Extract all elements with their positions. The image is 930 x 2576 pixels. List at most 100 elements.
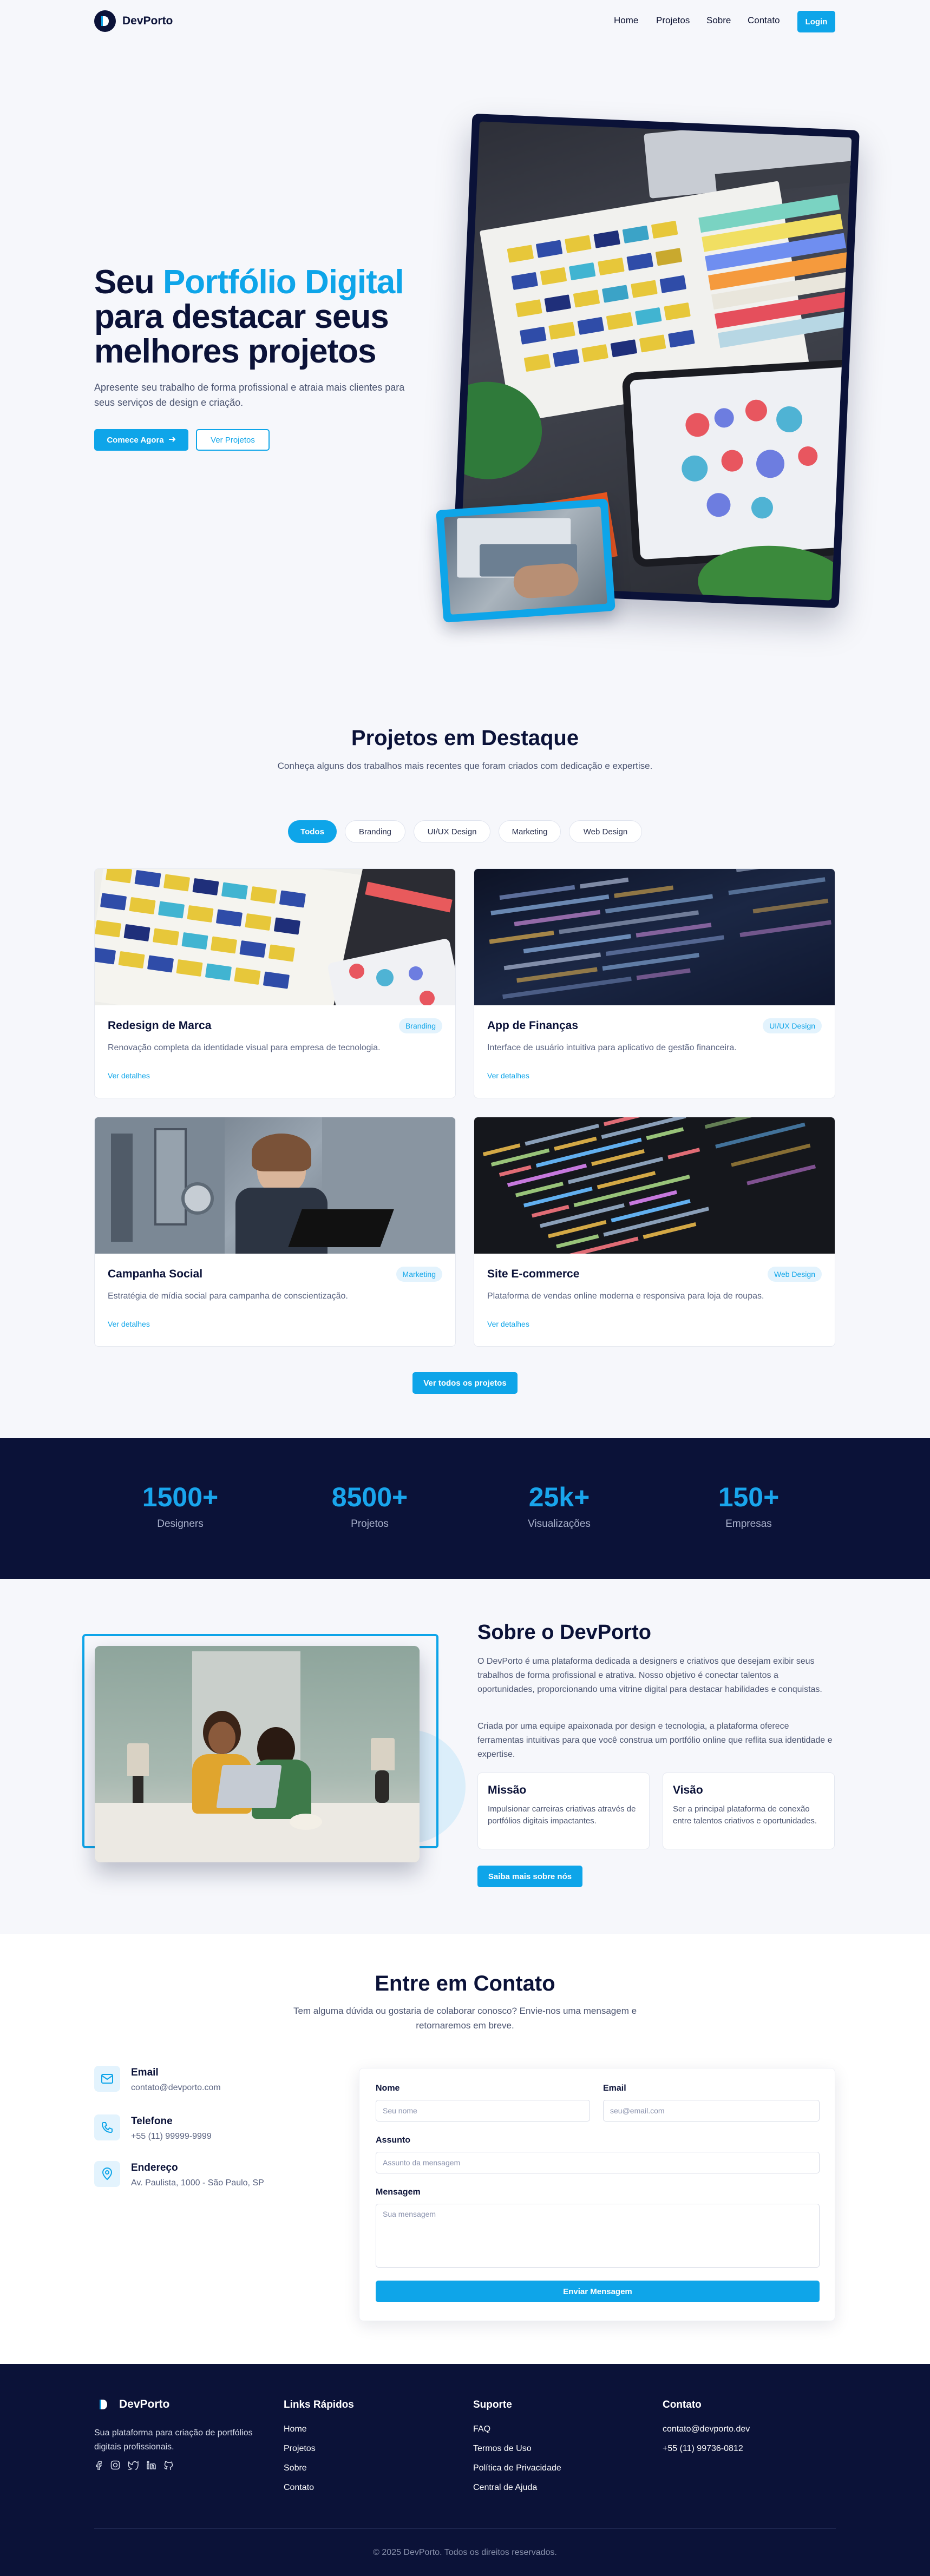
- linkedin-icon[interactable]: [146, 2460, 156, 2473]
- footer-contact-email[interactable]: contato@devporto.dev: [663, 2425, 750, 2434]
- copyright: © 2025 DevPorto. Todos os direitos reser…: [373, 2548, 557, 2557]
- projects-subtitle: Conheça alguns dos trabalhos mais recent…: [277, 761, 653, 771]
- project-card[interactable]: Campanha Social Marketing Estratégia de …: [94, 1117, 456, 1347]
- start-now-button[interactable]: Comece Agora: [94, 429, 188, 451]
- project-tag: UI/UX Design: [763, 1018, 822, 1033]
- subject-input[interactable]: [376, 2152, 820, 2173]
- project-image: [474, 869, 835, 1005]
- contact-info-value: Av. Paulista, 1000 - São Paulo, SP: [131, 2178, 264, 2188]
- twitter-icon[interactable]: [127, 2460, 139, 2473]
- stat-label: Projetos: [351, 1518, 389, 1530]
- project-card[interactable]: Redesign de Marca Branding Renovação com…: [94, 868, 456, 1098]
- email-label: Email: [603, 2084, 626, 2093]
- footer-link-contato[interactable]: Contato: [284, 2483, 314, 2493]
- facebook-icon[interactable]: [94, 2460, 103, 2473]
- footer-brand: DevPorto: [119, 2398, 170, 2410]
- project-desc: Interface de usuário intuitiva para apli…: [487, 1043, 737, 1052]
- stat-value: 1500+: [142, 1482, 219, 1512]
- footer-link-home[interactable]: Home: [284, 2425, 307, 2434]
- project-card[interactable]: Site E-commerce Web Design Plataforma de…: [474, 1117, 835, 1347]
- stats-section: 1500+ Designers 8500+ Projetos 25k+ Visu…: [0, 1438, 930, 1579]
- nav-projetos[interactable]: Projetos: [656, 15, 690, 26]
- logo-mark-icon: [94, 2395, 113, 2414]
- footer-col-contact-title: Contato: [663, 2399, 702, 2410]
- nav-contato[interactable]: Contato: [748, 15, 780, 26]
- filter-marketing[interactable]: Marketing: [499, 820, 561, 843]
- view-projects-button[interactable]: Ver Projetos: [196, 429, 270, 451]
- mission-title: Missão: [488, 1784, 527, 1796]
- site-footer: DevPorto Sua plataforma para criação de …: [0, 2364, 930, 2576]
- send-message-button[interactable]: Enviar Mensagem: [376, 2281, 820, 2302]
- footer-desc: Sua plataforma para criação de portfólio…: [94, 2428, 253, 2452]
- contact-info-label: Telefone: [131, 2116, 173, 2127]
- footer-divider: [94, 2528, 836, 2529]
- project-image: [95, 1117, 455, 1254]
- footer-link-terms[interactable]: Termos de Uso: [473, 2444, 532, 2454]
- learn-more-button[interactable]: Saiba mais sobre nós: [477, 1866, 582, 1887]
- project-details-link[interactable]: Ver detalhes: [487, 1071, 529, 1080]
- nav-home[interactable]: Home: [614, 15, 638, 26]
- project-details-link[interactable]: Ver detalhes: [108, 1320, 150, 1328]
- project-details-link[interactable]: Ver detalhes: [487, 1320, 529, 1328]
- message-textarea[interactable]: [376, 2204, 820, 2268]
- project-title: Site E-commerce: [487, 1268, 580, 1280]
- about-image: [95, 1646, 420, 1862]
- logo-mark-icon: [94, 10, 116, 32]
- stat-value: 8500+: [331, 1482, 408, 1512]
- nav-sobre[interactable]: Sobre: [706, 15, 731, 26]
- instagram-icon[interactable]: [110, 2460, 120, 2473]
- project-card[interactable]: App de Finanças UI/UX Design Interface d…: [474, 868, 835, 1098]
- contact-info-label: Endereço: [131, 2162, 178, 2173]
- footer-link-sobre[interactable]: Sobre: [284, 2463, 307, 2473]
- view-all-projects-button[interactable]: Ver todos os projetos: [412, 1372, 518, 1394]
- login-button[interactable]: Login: [797, 11, 835, 32]
- github-icon[interactable]: [163, 2460, 173, 2473]
- footer-contact-phone[interactable]: +55 (11) 99736-0812: [663, 2444, 743, 2454]
- footer-link-projetos[interactable]: Projetos: [284, 2444, 316, 2454]
- contact-info-value: contato@devporto.com: [131, 2083, 221, 2092]
- stat-label: Empresas: [725, 1518, 772, 1530]
- filter-branding[interactable]: Branding: [345, 820, 405, 843]
- stat-item: 25k+ Visualizações: [478, 1481, 640, 1530]
- vision-card: Visão Ser a principal plataforma de cone…: [663, 1773, 835, 1849]
- footer-link-help[interactable]: Central de Ajuda: [473, 2483, 537, 2493]
- contact-subtitle: Tem alguma dúvida ou gostaria de colabor…: [293, 2006, 637, 2031]
- footer-col-support-title: Suporte: [473, 2399, 512, 2410]
- footer-link-faq[interactable]: FAQ: [473, 2425, 490, 2434]
- name-label: Nome: [376, 2084, 400, 2093]
- hero-secondary-image: [436, 498, 615, 623]
- about-title: Sobre o DevPorto: [477, 1621, 651, 1644]
- contact-email: Email contato@devporto.com: [94, 2066, 221, 2093]
- project-title: Redesign de Marca: [108, 1019, 212, 1032]
- email-input[interactable]: [603, 2100, 820, 2122]
- filter-web-design[interactable]: Web Design: [569, 820, 642, 843]
- filter-uiux[interactable]: UI/UX Design: [414, 820, 490, 843]
- start-now-label: Comece Agora: [107, 435, 164, 445]
- brand-logo[interactable]: DevPorto: [94, 10, 173, 32]
- mission-card: Missão Impulsionar carreiras criativas a…: [477, 1773, 650, 1849]
- contact-info-label: Email: [131, 2067, 159, 2078]
- footer-logo[interactable]: DevPorto: [94, 2395, 169, 2414]
- vision-title: Visão: [673, 1784, 703, 1796]
- about-paragraph-2: Criada por uma equipe apaixonada por des…: [477, 1722, 833, 1759]
- site-header: DevPorto Home Projetos Sobre Contato Log…: [0, 0, 930, 43]
- map-pin-icon: [94, 2161, 120, 2187]
- contact-address: Endereço Av. Paulista, 1000 - São Paulo, …: [94, 2161, 264, 2188]
- contact-phone: Telefone +55 (11) 99999-9999: [94, 2114, 212, 2142]
- stat-value: 150+: [718, 1482, 780, 1512]
- stat-value: 25k+: [528, 1482, 590, 1512]
- contact-title: Entre em Contato: [375, 1972, 555, 1995]
- name-input[interactable]: [376, 2100, 590, 2122]
- project-desc: Renovação completa da identidade visual …: [108, 1043, 381, 1052]
- message-label: Mensagem: [376, 2188, 421, 2197]
- project-title: App de Finanças: [487, 1019, 579, 1032]
- footer-link-privacy[interactable]: Política de Privacidade: [473, 2463, 561, 2473]
- project-desc: Plataforma de vendas online moderna e re…: [487, 1292, 764, 1301]
- project-image: [474, 1117, 835, 1254]
- hero-title: Seu Portfólio Digital para destacar seus…: [94, 263, 404, 370]
- project-details-link[interactable]: Ver detalhes: [108, 1071, 150, 1080]
- phone-icon: [94, 2114, 120, 2140]
- filter-todos[interactable]: Todos: [288, 820, 337, 843]
- contact-form: Nome Email Assunto Mensagem Enviar Mensa…: [359, 2068, 835, 2321]
- hero-subtitle: Apresente seu trabalho de forma profissi…: [94, 382, 405, 408]
